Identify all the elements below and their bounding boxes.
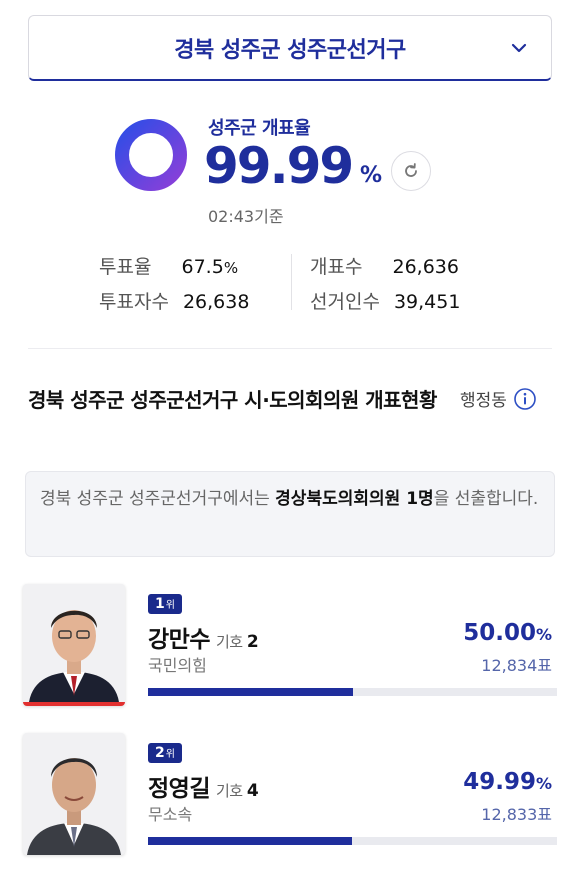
counting-rate-value: 99.99 (204, 137, 354, 195)
vote-count: 12,833표 (481, 805, 552, 824)
voters-label: 투표자수 (99, 291, 169, 313)
region-filter-button[interactable]: 행정동 (460, 386, 537, 411)
vote-count: 12,834표 (481, 656, 552, 675)
refresh-button[interactable] (391, 151, 431, 191)
candidate-name: 정영길 기호 4 (148, 776, 259, 802)
stat-voters: 투표자수 26,638 (99, 287, 249, 314)
stat-counted: 개표수 26,636 (310, 252, 459, 279)
turnout-label: 투표율 (99, 256, 152, 278)
ballot-number: 기호 4 (215, 781, 259, 801)
stat-electorate: 선거인수 39,451 (310, 287, 460, 314)
candidate-party: 국민의힘 (148, 656, 207, 675)
ballot-number: 기호 2 (215, 632, 259, 652)
turnout-unit: % (223, 259, 239, 277)
electorate-value: 39,451 (393, 291, 461, 313)
stat-turnout: 투표율 67.5% (99, 252, 238, 279)
notice-box: 경북 성주군 성주군선거구에서는 경상북도의회의원 1명을 선출합니다. (25, 471, 555, 557)
rank-badge: 2위 (148, 743, 182, 763)
vote-percent: 50.00% (463, 620, 552, 646)
candidate-card[interactable]: 2위 정영길 기호 4 무소속 49.99% 12,833표 (0, 733, 580, 863)
stats-divider (291, 254, 292, 310)
notice-prefix: 경북 성주군 성주군선거구에서는 (40, 489, 276, 509)
notice-suffix: 을 선출합니다. (433, 489, 539, 509)
candidate-party: 무소속 (148, 805, 193, 824)
counted-value: 26,636 (392, 256, 459, 278)
chevron-down-icon (511, 43, 527, 53)
vote-share-bar (148, 837, 557, 845)
refresh-icon (405, 163, 417, 177)
rank-badge: 1위 (148, 594, 182, 614)
notice-bold: 경상북도의회의원 1명 (275, 489, 434, 509)
counted-label: 개표수 (310, 256, 363, 278)
candidate-photo (23, 733, 125, 855)
candidate-photo (23, 584, 125, 706)
vote-share-fill (148, 688, 353, 696)
region-filter-label: 행정동 (460, 391, 507, 411)
turnout-value: 67.5 (181, 256, 224, 278)
info-icon (514, 387, 536, 410)
base-time: 02:43기준 (208, 207, 284, 226)
electorate-label: 선거인수 (310, 291, 380, 313)
vote-percent: 49.99% (463, 769, 552, 795)
voters-value: 26,638 (182, 291, 250, 313)
district-label: 경북 성주군 성주군선거구 (174, 37, 406, 63)
section-divider (28, 348, 552, 349)
candidate-card[interactable]: 1위 강만수 기호 2 국민의힘 50.00% 12,834표 (0, 584, 580, 714)
counting-rate-ring (115, 119, 187, 191)
counting-rate-unit: % (360, 163, 383, 188)
district-dropdown[interactable]: 경북 성주군 성주군선거구 (28, 15, 552, 81)
section-title: 경북 성주군 성주군선거구 시·도의회의원 개표현황 (28, 388, 437, 412)
candidate-name: 강만수 기호 2 (148, 627, 259, 653)
vote-share-bar (148, 688, 557, 696)
vote-share-fill (148, 837, 353, 845)
